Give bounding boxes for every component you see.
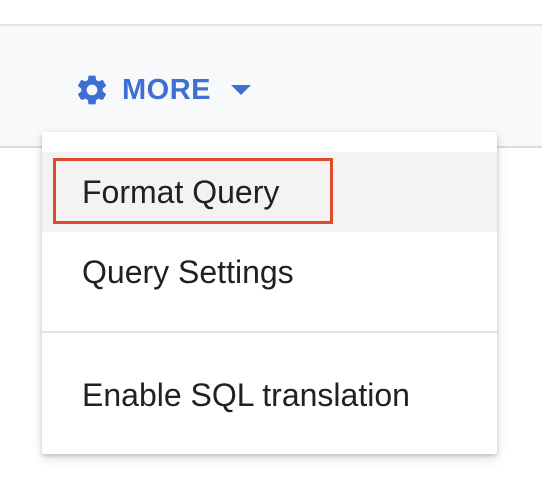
gear-icon	[77, 75, 107, 105]
menu-item-label: Format Query	[82, 173, 280, 210]
menu-item-query-settings[interactable]: Query Settings	[42, 232, 497, 312]
more-label: MORE	[122, 73, 211, 106]
caret-down-icon	[231, 85, 251, 95]
menu-divider	[42, 331, 497, 333]
more-button[interactable]: MORE	[74, 70, 251, 110]
menu-item-label: Enable SQL translation	[82, 376, 410, 413]
toolbar: MORE	[0, 24, 542, 148]
menu-item-enable-sql-translation[interactable]: Enable SQL translation	[42, 355, 497, 435]
more-dropdown-menu: Format Query Query Settings Enable SQL t…	[42, 132, 497, 454]
menu-item-label: Query Settings	[82, 253, 294, 290]
menu-item-format-query[interactable]: Format Query	[42, 152, 497, 232]
